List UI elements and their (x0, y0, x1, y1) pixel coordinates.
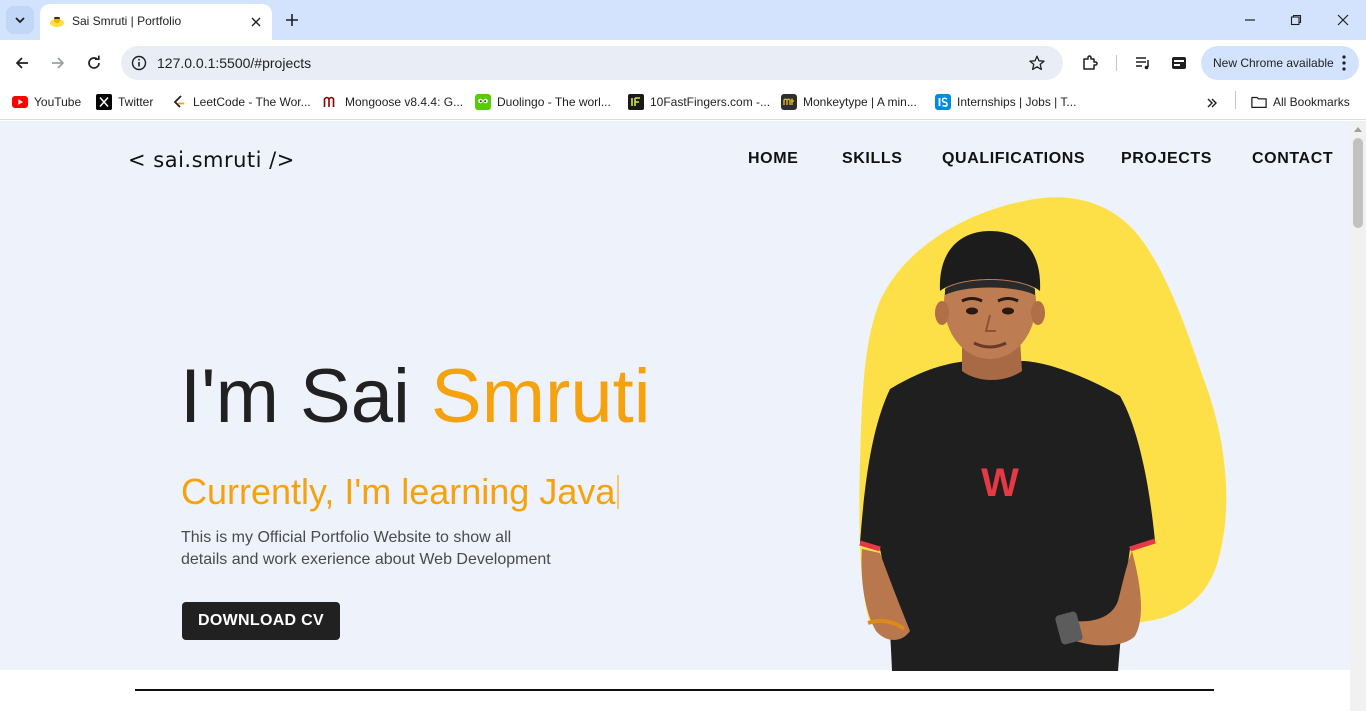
bookmarks-separator (1235, 91, 1236, 109)
profile-photo: W (859, 231, 1156, 671)
tab-search-button[interactable] (6, 6, 34, 34)
mongoose-icon (323, 94, 339, 110)
bookmark-label: Duolingo - The worl... (497, 95, 611, 109)
bookmark-label: Twitter (118, 95, 154, 109)
folder-icon (1251, 94, 1267, 110)
extensions-button[interactable] (1078, 51, 1102, 75)
bookmark-10fastfingers[interactable]: 10FastFingers.com -... (628, 92, 770, 112)
hero-name-accent: Smruti (431, 354, 651, 439)
bookmark-twitter[interactable]: Twitter (96, 92, 153, 112)
scrollbar-thumb[interactable] (1353, 138, 1363, 228)
scroll-up-icon[interactable] (1353, 125, 1363, 133)
bookmark-monkeytype[interactable]: Monkeytype | A min... (781, 92, 917, 112)
bookmark-star-icon[interactable] (1027, 53, 1047, 73)
new-tab-button[interactable] (282, 10, 302, 30)
bookmarks-overflow-button[interactable] (1202, 94, 1222, 112)
reload-icon (88, 55, 100, 69)
tab-close-icon[interactable] (247, 13, 265, 31)
x-twitter-icon (96, 94, 112, 110)
monkeytype-icon (781, 94, 797, 110)
bookmark-label: YouTube (34, 95, 82, 109)
bookmarks-bar: YouTube Twitter LeetCode - The Wor... Mo… (0, 86, 1366, 120)
hero-greeting: I'm Sai (180, 354, 410, 439)
nav-qualifications[interactable]: QUALIFICATIONS (942, 150, 1085, 168)
chevron-double-right-icon (1207, 98, 1217, 108)
tab-title: Sai Smruti | Portfolio (72, 14, 182, 28)
bookmark-duolingo[interactable]: Duolingo - The worl... (475, 92, 611, 112)
bookmark-label: Mongoose v8.4.4: G... (345, 95, 464, 109)
internshala-icon (935, 94, 951, 110)
minimize-button[interactable] (1240, 10, 1260, 30)
browser-toolbar: 127.0.0.1:5500/#projects New Chrome avai… (0, 40, 1366, 86)
arrow-left-icon (15, 57, 28, 69)
nav-skills[interactable]: SKILLS (842, 150, 903, 168)
bookmark-label: Monkeytype | A min... (803, 95, 917, 109)
page-scrollbar[interactable] (1350, 121, 1366, 711)
hero-title: I'm Sai Smruti (180, 359, 651, 435)
minimize-icon (1245, 19, 1255, 21)
browser-tab-active[interactable]: Sai Smruti | Portfolio (40, 4, 272, 40)
shirt-logo-text: W (981, 461, 1019, 505)
site-logo[interactable]: < sai.smruti /> (128, 148, 295, 172)
typing-text-content: Currently, I'm learning Java (181, 471, 616, 512)
site-info-icon[interactable] (129, 53, 149, 73)
forward-button[interactable] (46, 51, 70, 75)
nav-projects[interactable]: PROJECTS (1121, 150, 1212, 168)
extension-button[interactable] (1167, 51, 1191, 75)
hero-description-line: details and work exerience about Web Dev… (181, 551, 551, 568)
10fastfingers-icon (628, 94, 644, 110)
leetcode-icon (171, 94, 187, 110)
bookmark-youtube[interactable]: YouTube (12, 92, 81, 112)
more-vert-icon[interactable] (1337, 53, 1351, 73)
youtube-icon (12, 94, 28, 110)
extension-badge-icon (1172, 57, 1186, 69)
bookmark-mongoose[interactable]: Mongoose v8.4.4: G... (323, 92, 463, 112)
chrome-update-button[interactable]: New Chrome available (1201, 46, 1359, 80)
restore-icon (1290, 14, 1302, 26)
url-text[interactable]: 127.0.0.1:5500/#projects (157, 55, 311, 71)
all-bookmarks-button[interactable]: All Bookmarks (1251, 92, 1350, 112)
portfolio-favicon-icon (50, 16, 64, 27)
close-window-button[interactable] (1333, 10, 1353, 30)
nav-contact[interactable]: CONTACT (1252, 150, 1333, 168)
typing-cursor (617, 475, 620, 509)
queue-music-icon (1136, 57, 1149, 70)
bookmark-label: 10FastFingers.com -... (650, 95, 771, 109)
bookmark-leetcode[interactable]: LeetCode - The Wor... (171, 92, 311, 112)
puzzle-icon (1083, 55, 1098, 70)
address-bar[interactable]: 127.0.0.1:5500/#projects (121, 46, 1063, 80)
hero-description: This is my Official Portfolio Website to… (181, 527, 601, 571)
chevron-down-icon (15, 17, 25, 24)
close-icon (1337, 14, 1349, 26)
typing-text: Currently, I'm learning Java (181, 471, 620, 513)
arrow-right-icon (52, 57, 65, 69)
all-bookmarks-label: All Bookmarks (1273, 95, 1350, 109)
reload-button[interactable] (82, 51, 106, 75)
bookmark-label: LeetCode - The Wor... (193, 95, 311, 109)
bookmark-internshala[interactable]: Internships | Jobs | T... (935, 92, 1076, 112)
chrome-update-label: New Chrome available (1213, 56, 1334, 70)
restore-button[interactable] (1286, 10, 1306, 30)
page-viewport: < sai.smruti /> HOME SKILLS QUALIFICATIO… (0, 121, 1366, 711)
download-cv-button[interactable]: DOWNLOAD CV (182, 602, 340, 640)
toolbar-separator (1116, 55, 1117, 71)
media-controls-button[interactable] (1131, 51, 1155, 75)
hero-section: < sai.smruti /> HOME SKILLS QUALIFICATIO… (0, 121, 1350, 671)
bookmark-label: Internships | Jobs | T... (957, 95, 1077, 109)
tab-strip: Sai Smruti | Portfolio (0, 0, 1366, 40)
duolingo-icon (475, 94, 491, 110)
hero-description-line: This is my Official Portfolio Website to… (181, 529, 512, 546)
back-button[interactable] (10, 51, 34, 75)
section-divider (135, 689, 1214, 691)
plus-icon (286, 14, 298, 26)
nav-home[interactable]: HOME (748, 150, 798, 168)
